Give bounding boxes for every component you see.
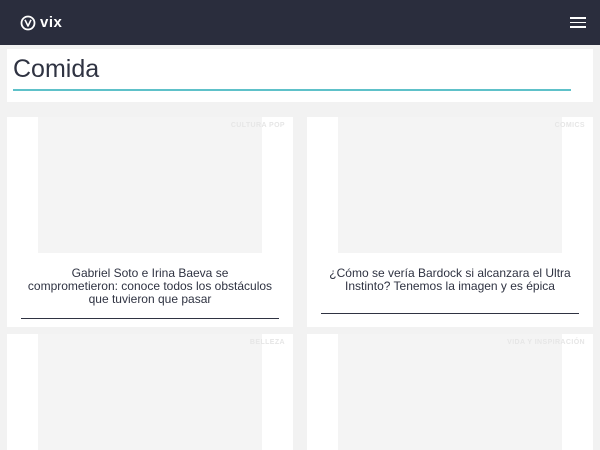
article-caption[interactable]: Gabriel Soto e Irina Baeva se comprometi… — [21, 267, 279, 319]
hamburger-menu-icon[interactable] — [566, 11, 590, 35]
vix-logo-icon — [20, 15, 36, 30]
article-card[interactable]: CULTURA POP Gabriel Soto e Irina Baeva s… — [7, 117, 293, 327]
article-card[interactable]: VIDA Y INSPIRACIÓN — [307, 334, 593, 450]
menu-line — [570, 26, 586, 28]
article-image[interactable] — [38, 117, 262, 253]
article-category[interactable]: BELLEZA — [250, 339, 285, 346]
article-card[interactable]: BELLEZA — [7, 334, 293, 450]
top-navigation-bar: vix — [0, 0, 600, 45]
article-category[interactable]: COMICS — [555, 122, 585, 129]
article-title[interactable]: Gabriel Soto e Irina Baeva se comprometi… — [27, 267, 273, 306]
menu-line — [570, 17, 586, 19]
article-image[interactable] — [338, 334, 562, 450]
menu-line — [570, 21, 586, 24]
article-category[interactable]: VIDA Y INSPIRACIÓN — [507, 339, 585, 346]
title-underline — [13, 89, 571, 91]
article-category[interactable]: CULTURA POP — [231, 122, 285, 129]
logo-text: vix — [40, 13, 63, 31]
article-image[interactable] — [38, 334, 262, 450]
article-title[interactable]: ¿Cómo se vería Bardock si alcanzara el U… — [327, 267, 573, 293]
article-caption[interactable]: ¿Cómo se vería Bardock si alcanzara el U… — [321, 267, 579, 314]
page-title-section: Comida — [7, 49, 593, 102]
article-image[interactable] — [338, 117, 562, 253]
article-card[interactable]: COMICS ¿Cómo se vería Bardock si alcanza… — [307, 117, 593, 327]
vix-logo[interactable]: vix — [20, 0, 62, 45]
page-title: Comida — [13, 55, 100, 83]
